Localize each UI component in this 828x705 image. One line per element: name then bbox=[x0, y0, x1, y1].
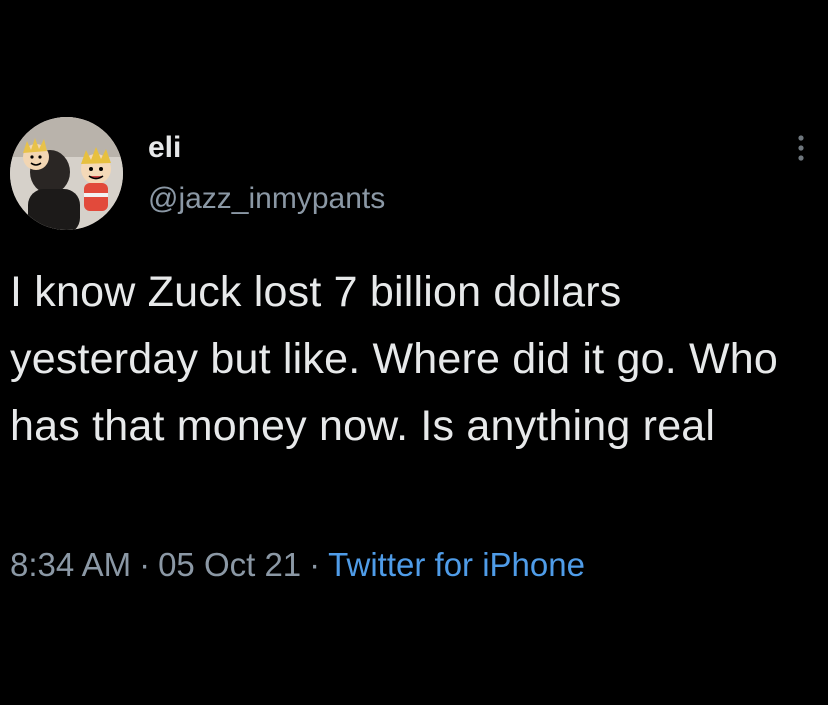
tweet-date[interactable]: 05 Oct 21 bbox=[158, 546, 301, 583]
tweet-meta: 8:34 AM · 05 Oct 21 · Twitter for iPhone bbox=[10, 543, 585, 587]
more-options-icon bbox=[798, 135, 804, 161]
meta-separator: · bbox=[309, 546, 321, 583]
tweet-source-link[interactable]: Twitter for iPhone bbox=[328, 546, 585, 583]
author-display-name[interactable]: eli bbox=[148, 130, 181, 166]
more-options-button[interactable] bbox=[787, 128, 815, 172]
tweet-time[interactable]: 8:34 AM bbox=[10, 546, 131, 583]
author-handle[interactable]: @jazz_inmypants bbox=[148, 181, 385, 217]
avatar-icon bbox=[10, 117, 123, 230]
meta-separator: · bbox=[139, 546, 151, 583]
avatar[interactable] bbox=[10, 117, 123, 230]
tweet-text: I know Zuck lost 7 billion dollars yeste… bbox=[10, 268, 779, 450]
